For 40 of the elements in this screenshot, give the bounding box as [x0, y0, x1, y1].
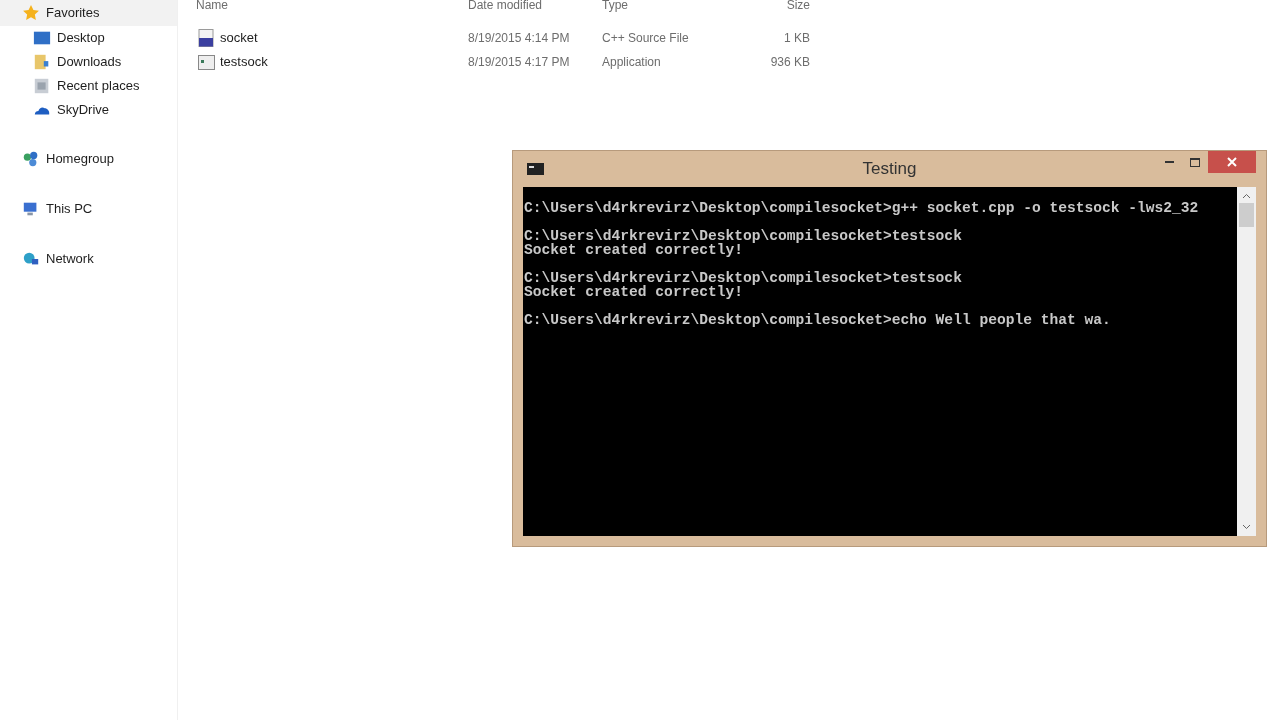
- folder-icon: [33, 77, 51, 95]
- nav-item[interactable]: Recent places: [0, 74, 177, 98]
- nav-item[interactable]: SkyDrive: [0, 98, 177, 122]
- console-icon: [527, 163, 544, 175]
- file-name[interactable]: testsock: [220, 52, 268, 72]
- nav-item[interactable]: Desktop: [0, 26, 177, 50]
- console-line: C:\Users\d4rkrevirz\Desktop\compilesocket>testsock: [524, 229, 963, 243]
- size-cell-text: 1 KB: [783, 30, 810, 47]
- type-cell-text: Application: [602, 54, 662, 71]
- console-line: C:\Users\d4rkrevirz\Desktop\compilesocket>testsock: [524, 271, 963, 285]
- console-line: Socket created correctly!: [524, 285, 743, 299]
- folder-icon: [33, 53, 51, 71]
- nav-item[interactable]: This PC: [0, 196, 177, 222]
- scroll-up-icon: [1242, 193, 1251, 199]
- nav-item[interactable]: Downloads: [0, 50, 177, 74]
- window-title: Testing: [862, 158, 917, 181]
- nav-item[interactable]: Homegroup: [0, 146, 177, 172]
- star-icon: [22, 4, 40, 22]
- people-icon: [22, 150, 40, 168]
- column-header[interactable]: Size: [735, 0, 810, 11]
- column-header[interactable]: Date modified: [468, 0, 602, 11]
- file-name[interactable]: socket: [220, 28, 258, 48]
- desktop-icon: [33, 29, 51, 47]
- column-header[interactable]: Name: [178, 0, 468, 11]
- scrollbar-thumb[interactable]: [1239, 203, 1254, 227]
- close-icon: [1227, 157, 1237, 167]
- application-icon: [198, 54, 215, 70]
- date-cell-text: 8/19/2015 4:17 PM: [468, 54, 571, 71]
- nav-item[interactable]: Network: [0, 246, 177, 272]
- console-line: Socket created correctly!: [524, 243, 743, 257]
- close-button[interactable]: [1208, 151, 1256, 173]
- console-line: C:\Users\d4rkrevirz\Desktop\compilesocket>echo Well people that wa.: [524, 313, 1112, 327]
- source-file-icon: [198, 29, 215, 47]
- date-cell-text: 8/19/2015 4:14 PM: [468, 30, 571, 47]
- column-header[interactable]: Type: [602, 0, 735, 11]
- scroll-down-icon: [1242, 524, 1251, 530]
- type-cell-text: C++ Source File: [602, 30, 690, 47]
- console-line: C:\Users\d4rkrevirz\Desktop\compilesocket>g++ socket.cpp -o testsock -lws2_32: [524, 201, 1200, 215]
- nav-item[interactable]: Favorites: [0, 0, 177, 26]
- size-cell-text: 936 KB: [769, 54, 810, 71]
